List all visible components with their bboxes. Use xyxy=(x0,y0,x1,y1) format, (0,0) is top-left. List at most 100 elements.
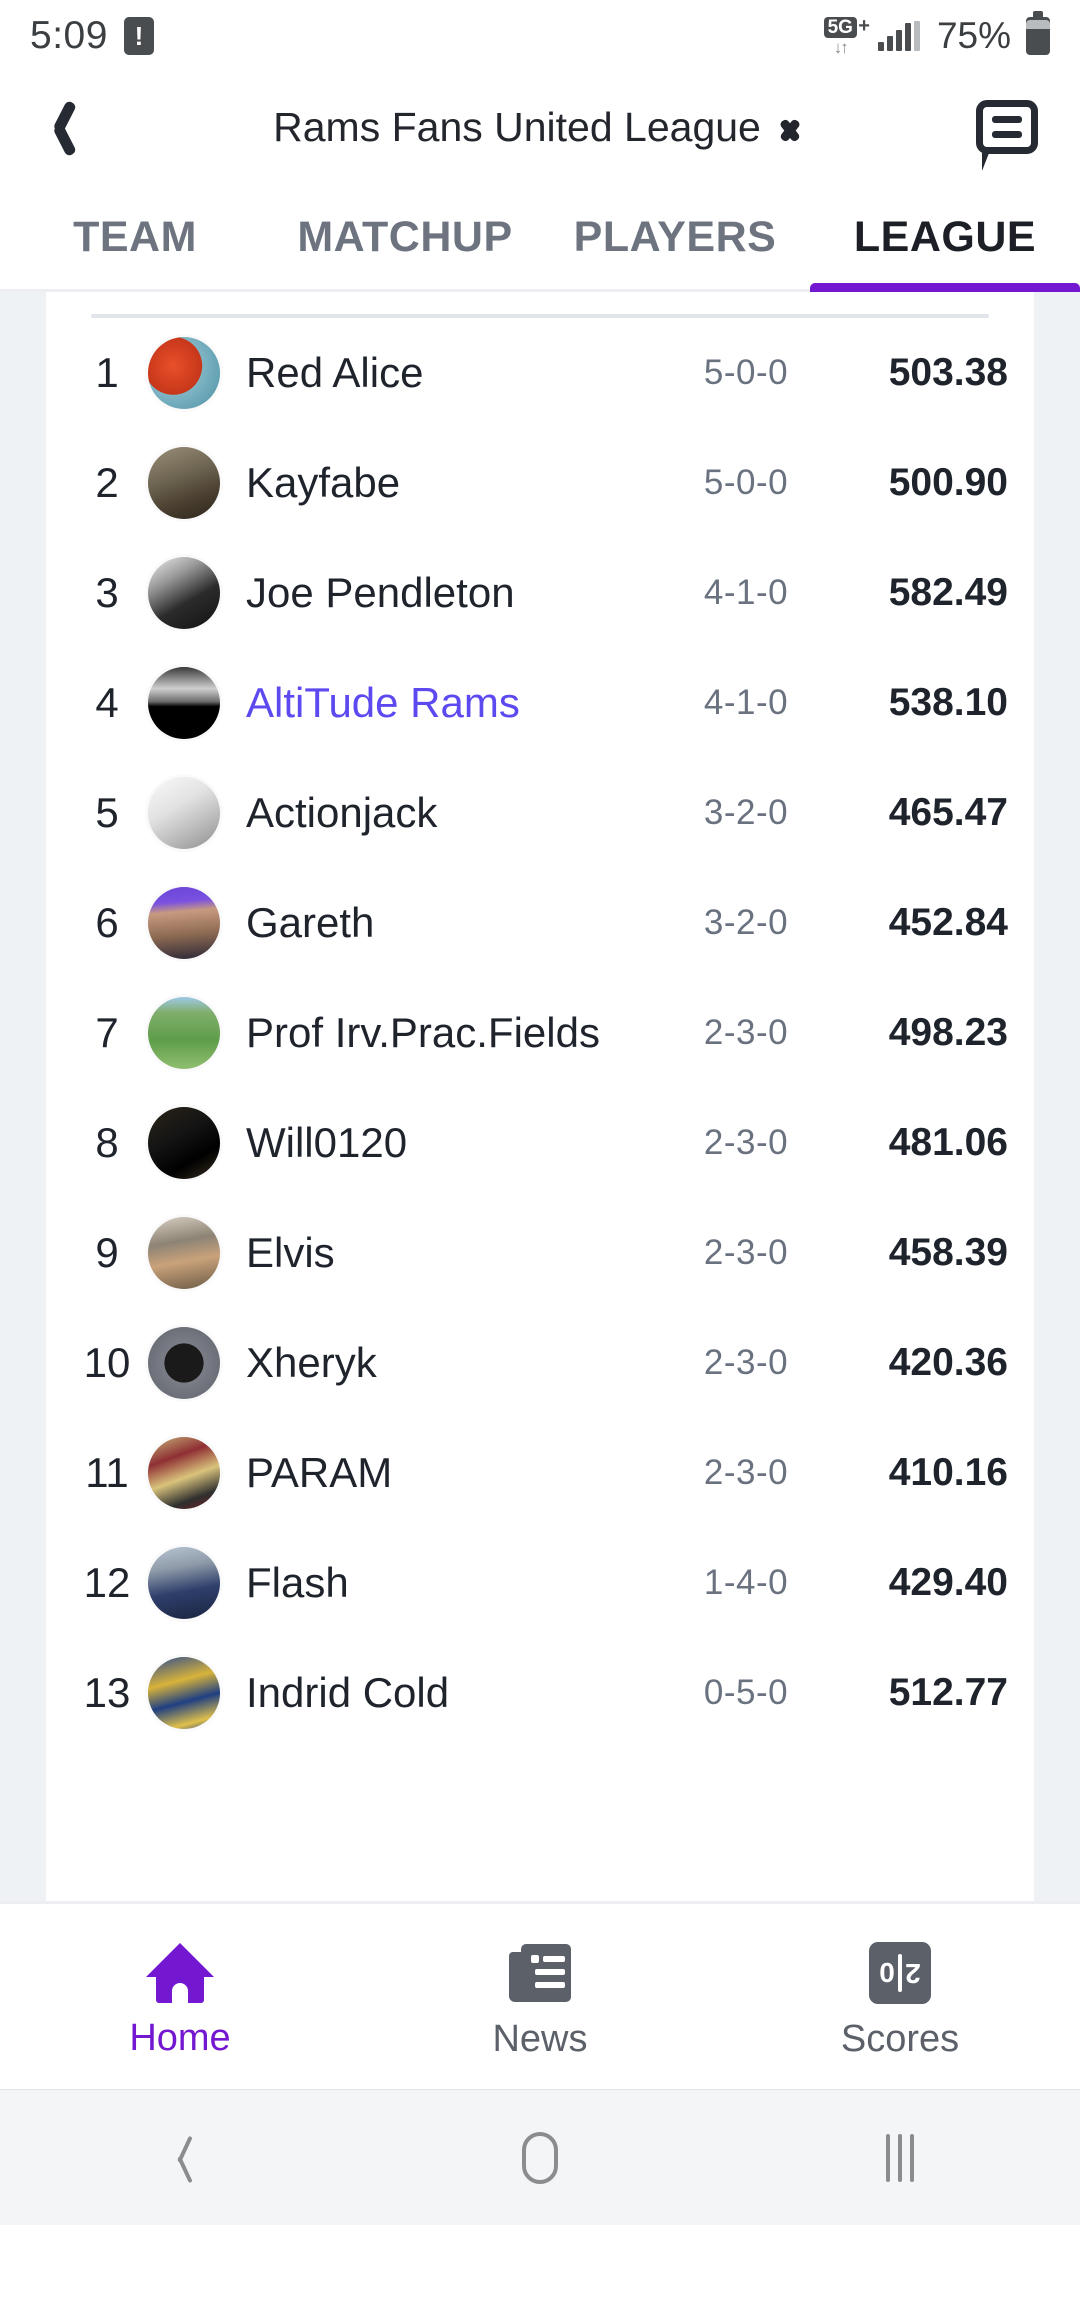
team-record: 4-1-0 xyxy=(703,573,789,612)
nav-home-label: Home xyxy=(129,2017,231,2059)
team-rank: 12 xyxy=(83,1559,131,1606)
app-bar: Rams Fans United League xyxy=(0,72,1080,182)
team-name: Prof Irv.Prac.Fields xyxy=(246,1009,600,1056)
standings-row[interactable]: 7 Prof Irv.Prac.Fields 2-3-0 498.23 xyxy=(46,978,1034,1088)
team-record: 2-3-0 xyxy=(703,1013,789,1052)
standings-row[interactable]: 1 Red Alice 5-0-0 503.38 xyxy=(46,318,1034,428)
nav-item-home[interactable]: Home xyxy=(0,1904,360,2089)
tab-team[interactable]: TEAM xyxy=(0,182,270,292)
standings-row[interactable]: 2 Kayfabe 5-0-0 500.90 xyxy=(46,428,1034,538)
standings-row[interactable]: 4 AltiTude Rams 4-1-0 538.10 xyxy=(46,648,1034,758)
tab-players-label: PLAYERS xyxy=(573,212,777,261)
battery-percent-label: 75% xyxy=(936,15,1011,56)
team-avatar xyxy=(148,1107,220,1179)
team-record: 5-0-0 xyxy=(703,353,789,392)
standings-row[interactable]: 12 Flash 1-4-0 429.40 xyxy=(46,1528,1034,1638)
bottom-navigation: Home News 0 2 Scores xyxy=(0,1901,1080,2089)
team-points: 512.77 xyxy=(888,1671,1008,1714)
team-record: 3-2-0 xyxy=(703,793,789,832)
standings-row[interactable]: 5 Actionjack 3-2-0 465.47 xyxy=(46,758,1034,868)
team-points: 498.23 xyxy=(888,1011,1008,1054)
network-arrows-icon: ↓↑ xyxy=(833,37,849,57)
news-icon xyxy=(509,1942,571,2004)
scoreboard-left-digit: 0 xyxy=(879,1957,895,1988)
system-back-icon xyxy=(167,2134,193,2182)
team-points: 465.47 xyxy=(888,791,1008,834)
battery-icon xyxy=(1026,11,1050,55)
standings-row[interactable]: 11 PARAM 2-3-0 410.16 xyxy=(46,1418,1034,1528)
tab-players[interactable]: PLAYERS xyxy=(540,182,810,292)
team-rank: 4 xyxy=(95,679,119,726)
team-rank: 11 xyxy=(85,1449,129,1496)
team-avatar xyxy=(148,667,220,739)
standings-row[interactable]: 3 Joe Pendleton 4-1-0 582.49 xyxy=(46,538,1034,648)
team-name: Will0120 xyxy=(246,1119,408,1166)
tab-matchup[interactable]: MATCHUP xyxy=(270,182,540,292)
tab-matchup-label: MATCHUP xyxy=(297,212,513,261)
team-rank: 5 xyxy=(95,789,119,836)
nav-item-scores[interactable]: 0 2 Scores xyxy=(720,1904,1080,2089)
scoreboard-icon: 0 2 xyxy=(869,1942,931,2004)
system-recents-button[interactable] xyxy=(810,2133,990,2182)
system-navigation-bar xyxy=(0,2089,1080,2225)
team-name: Elvis xyxy=(246,1229,335,1276)
standings-card: 1 Red Alice 5-0-0 503.38 2 Kayfabe 5-0-0 500.90… xyxy=(46,292,1034,1901)
network-5g-icon: 5G + ↓↑ xyxy=(823,15,870,57)
team-name: Gareth xyxy=(246,899,375,946)
nav-item-news[interactable]: News xyxy=(360,1904,720,2089)
team-points: 452.84 xyxy=(888,901,1008,944)
system-home-button[interactable] xyxy=(450,2131,630,2184)
team-avatar xyxy=(148,887,220,959)
team-rank: 9 xyxy=(95,1229,119,1276)
league-selector[interactable]: Rams Fans United League xyxy=(112,104,966,151)
team-avatar xyxy=(148,1547,220,1619)
team-points: 429.40 xyxy=(888,1561,1008,1604)
team-record: 5-0-0 xyxy=(703,463,789,502)
team-name: Joe Pendleton xyxy=(246,569,515,616)
team-record: 4-1-0 xyxy=(703,683,789,722)
status-bar: 5:09 ! 5G + ↓↑ 75% xyxy=(0,0,1080,72)
team-avatar xyxy=(148,557,220,629)
chevron-left-icon xyxy=(42,99,76,155)
system-back-button[interactable] xyxy=(90,2134,270,2182)
network-plus-label: + xyxy=(858,14,870,37)
standings-row[interactable]: 10 Xheryk 2-3-0 420.36 xyxy=(46,1308,1034,1418)
standings-row[interactable]: 13 Indrid Cold 0-5-0 512.77 xyxy=(46,1638,1034,1748)
status-bar-left: 5:09 ! xyxy=(30,14,154,58)
standings-row[interactable]: 8 Will0120 2-3-0 481.06 xyxy=(46,1088,1034,1198)
content-area: 1 Red Alice 5-0-0 503.38 2 Kayfabe 5-0-0 500.90… xyxy=(0,292,1080,1901)
chevron-up-icon xyxy=(775,117,805,137)
standings-list: 1 Red Alice 5-0-0 503.38 2 Kayfabe 5-0-0 500.90… xyxy=(46,318,1034,1748)
team-rank: 1 xyxy=(95,349,119,396)
team-avatar xyxy=(148,1437,220,1509)
team-points: 500.90 xyxy=(888,461,1008,504)
standings-row[interactable]: 9 Elvis 2-3-0 458.39 xyxy=(46,1198,1034,1308)
system-home-icon xyxy=(522,2131,558,2184)
team-avatar xyxy=(148,1657,220,1729)
team-record: 2-3-0 xyxy=(703,1343,789,1382)
team-record: 1-4-0 xyxy=(703,1563,789,1602)
team-rank: 10 xyxy=(83,1339,131,1386)
chat-button[interactable] xyxy=(966,100,1038,171)
tab-league[interactable]: LEAGUE xyxy=(810,182,1080,292)
team-points: 538.10 xyxy=(888,681,1008,724)
team-name: PARAM xyxy=(246,1449,393,1496)
status-bar-right: 5G + ↓↑ 75% xyxy=(823,11,1050,57)
team-rank: 6 xyxy=(95,899,119,946)
back-button[interactable] xyxy=(42,99,112,155)
team-record: 2-3-0 xyxy=(703,1453,789,1492)
alert-icon: ! xyxy=(123,17,154,55)
team-avatar xyxy=(148,337,220,409)
nav-scores-label: Scores xyxy=(840,2018,960,2060)
team-name: Flash xyxy=(246,1559,349,1606)
section-tabs: TEAM MATCHUP PLAYERS LEAGUE xyxy=(0,182,1080,292)
status-time: 5:09 xyxy=(30,14,108,57)
team-rank: 7 xyxy=(95,1009,119,1056)
team-rank: 8 xyxy=(95,1119,119,1166)
team-rank: 13 xyxy=(83,1669,131,1716)
team-rank: 3 xyxy=(95,569,119,616)
tab-league-label: LEAGUE xyxy=(853,212,1037,261)
team-points: 481.06 xyxy=(888,1121,1008,1164)
standings-row[interactable]: 6 Gareth 3-2-0 452.84 xyxy=(46,868,1034,978)
system-recents-icon xyxy=(886,2133,914,2182)
